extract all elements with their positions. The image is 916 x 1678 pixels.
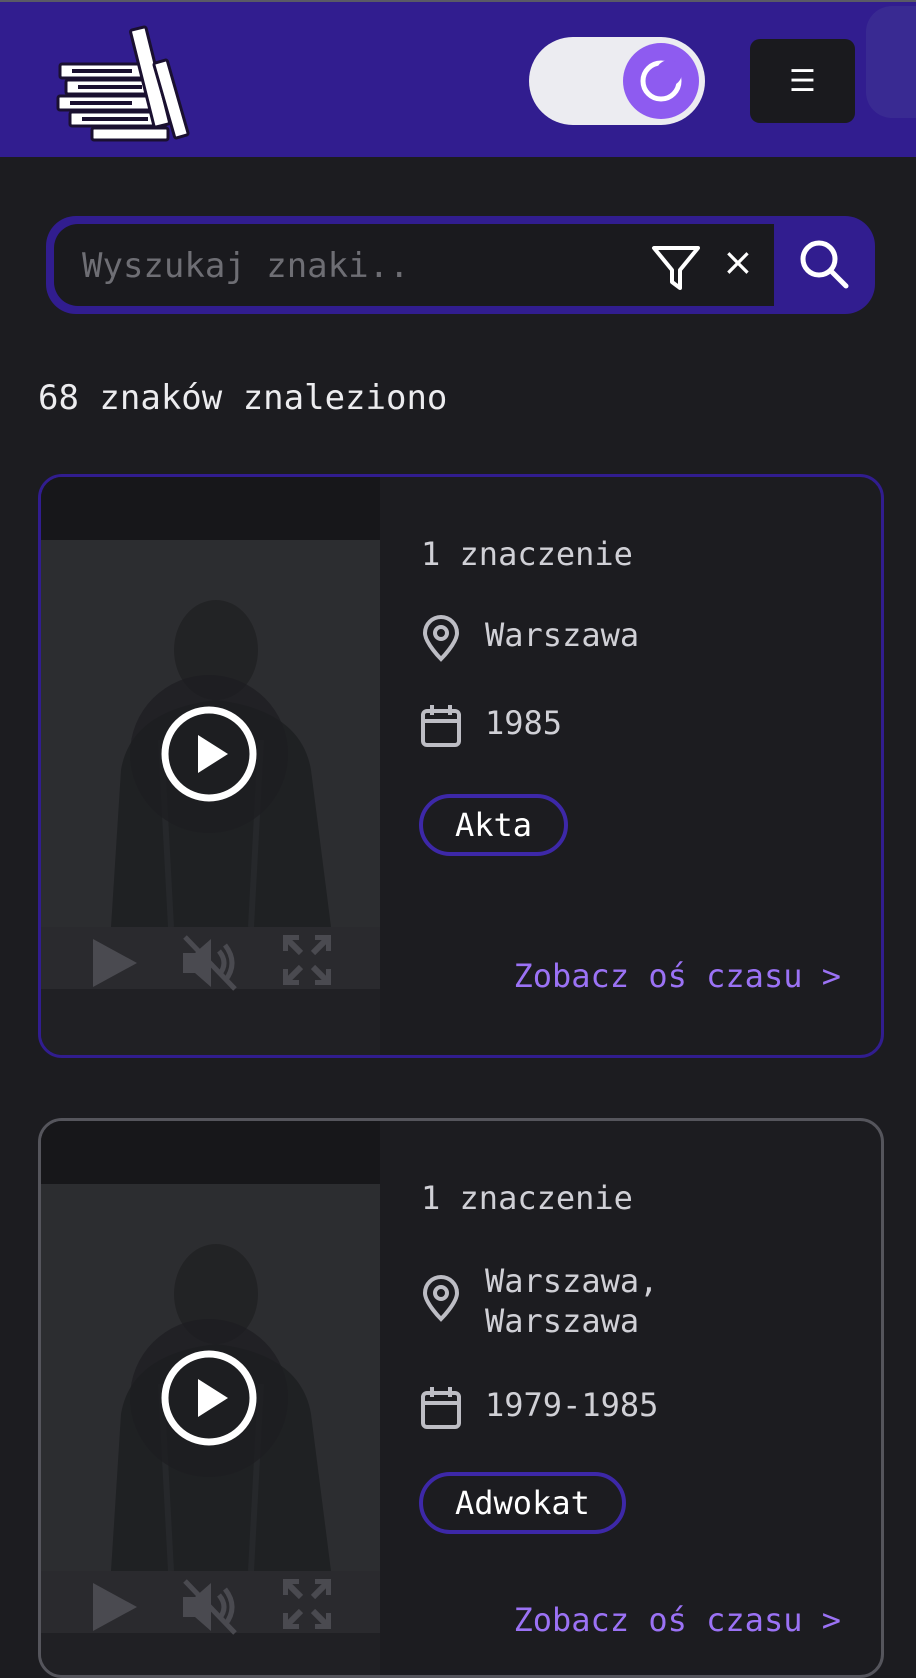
theme-toggle[interactable] (529, 37, 705, 125)
tag-badge[interactable]: Akta (419, 794, 569, 856)
moon-icon (640, 60, 682, 102)
results-count: 68 znaków znaleziono (38, 378, 448, 418)
hamburger-icon: ☰ (789, 63, 816, 99)
toggle-knob[interactable] (623, 43, 699, 119)
search-bar: × (46, 216, 875, 314)
menu-button[interactable]: ☰ (750, 39, 855, 123)
location-text: Warszawa (485, 616, 640, 654)
location-row: Warszawa (419, 615, 639, 663)
app-header: ☰ (0, 0, 916, 157)
search-input[interactable] (80, 224, 604, 308)
video-controls (41, 927, 380, 991)
corner-decoration (866, 6, 916, 118)
meanings-count: 1 znaczenie (421, 1179, 633, 1217)
play-circle-icon (161, 706, 257, 802)
video-player[interactable] (41, 1121, 380, 1675)
sign-card[interactable]: 1 znaczenie Warszawa, Warszawa 1979-1985… (38, 1118, 884, 1678)
date-row: 1979-1985 (419, 1385, 658, 1431)
clear-search-button[interactable]: × (722, 240, 754, 284)
filter-icon[interactable] (650, 242, 702, 294)
play-circle-icon (161, 1350, 257, 1446)
calendar-icon (421, 705, 461, 747)
timeline-link[interactable]: Zobacz oś czasu > (513, 957, 841, 995)
fullscreen-icon[interactable] (283, 1579, 331, 1629)
calendar-icon (421, 1387, 461, 1429)
play-icon[interactable] (89, 937, 141, 989)
search-field-container: × (54, 224, 774, 308)
video-player[interactable] (41, 477, 380, 1055)
location-pin-icon (422, 1275, 460, 1322)
meanings-count: 1 znaczenie (421, 535, 633, 573)
video-controls (41, 1571, 380, 1635)
sign-card[interactable]: 1 znaczenie Warszawa 1985 Akta Zobacz oś… (38, 474, 884, 1058)
location-line: Warszawa, (485, 1262, 659, 1300)
mute-icon[interactable] (179, 933, 241, 993)
location-pin-icon (422, 615, 460, 662)
date-text: 1985 (485, 704, 563, 742)
timeline-link[interactable]: Zobacz oś czasu > (513, 1601, 841, 1639)
location-text: Warszawa, Warszawa (485, 1261, 658, 1341)
location-line: Warszawa (485, 1302, 640, 1340)
books-logo-icon[interactable] (56, 22, 216, 142)
date-text: 1979-1985 (485, 1386, 659, 1424)
date-row: 1985 (419, 703, 562, 749)
play-overlay-button[interactable] (130, 675, 288, 833)
location-row: Warszawa, Warszawa (419, 1261, 658, 1341)
play-icon[interactable] (89, 1581, 141, 1633)
mute-icon[interactable] (179, 1577, 241, 1637)
tag-badge[interactable]: Adwokat (419, 1472, 626, 1534)
fullscreen-icon[interactable] (283, 935, 331, 985)
play-overlay-button[interactable] (130, 1319, 288, 1477)
search-icon[interactable] (796, 236, 852, 292)
